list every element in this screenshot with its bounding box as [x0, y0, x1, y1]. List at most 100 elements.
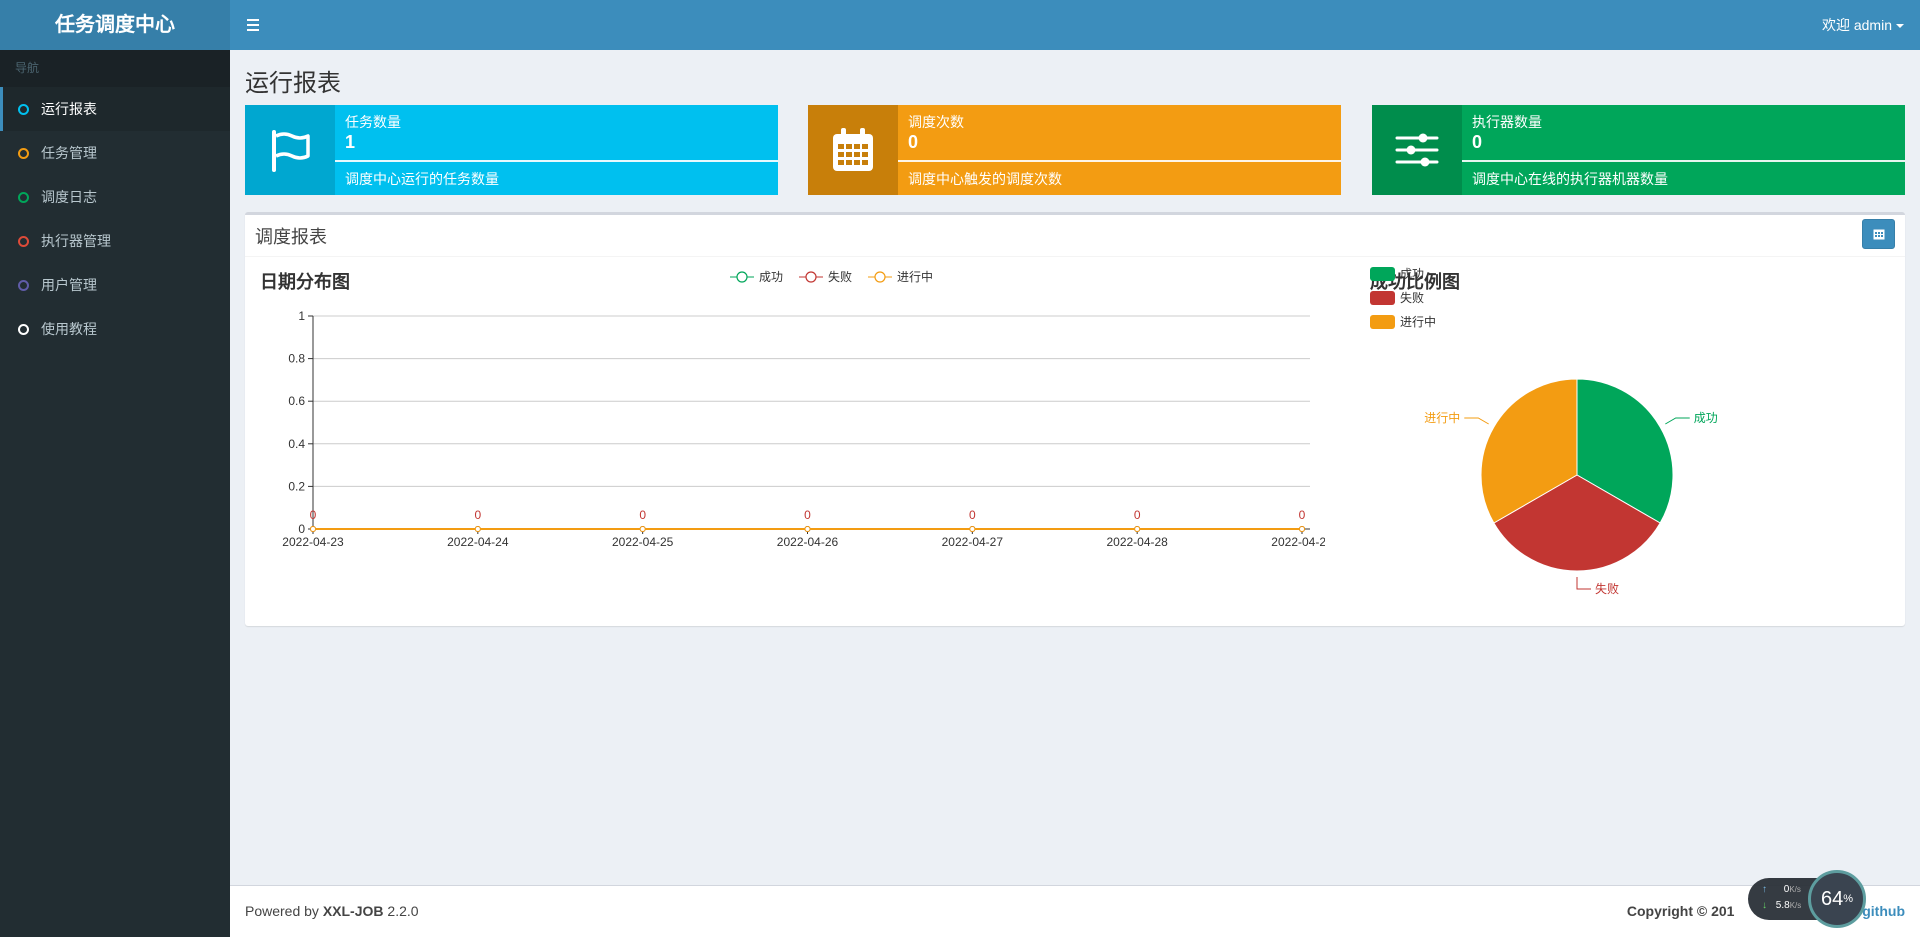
pie-label: 失败	[1595, 581, 1619, 596]
stat-divider	[898, 160, 1341, 162]
legend-marker	[874, 271, 886, 283]
data-label: 0	[804, 508, 811, 522]
sidebar-item-help[interactable]: 使用教程	[0, 307, 230, 351]
data-point	[474, 526, 481, 532]
sidebar-item-users[interactable]: 用户管理	[0, 263, 230, 307]
pie-leader-line	[1464, 417, 1489, 425]
legend-marker	[805, 271, 817, 283]
legend-marker	[736, 271, 748, 283]
y-tick-label: 0.2	[288, 479, 305, 493]
stat-icon-area	[1372, 105, 1462, 195]
footer-version: 2.2.0	[383, 903, 419, 919]
date-range-button[interactable]	[1862, 219, 1895, 249]
circle-icon	[18, 148, 29, 159]
report-box-header: 调度报表	[245, 215, 1905, 257]
pie-label: 成功	[1694, 411, 1718, 425]
sidebar-item-label: 用户管理	[41, 277, 97, 293]
data-point	[804, 526, 811, 532]
stat-icon-area	[808, 105, 898, 195]
arrow-down-icon: ↓	[1762, 900, 1767, 911]
stat-value: 0	[908, 132, 919, 152]
line-chart: 成功 失败 进行中 0 0.2 0.4 0.6 0.8 1 2022-04-23 2022-04-2…	[282, 269, 1325, 549]
data-point	[639, 526, 646, 532]
network-speed-widget[interactable]: ↑ 0K/s ↓ 5.8K/s 64%	[1748, 870, 1868, 930]
stat-card-executors: 执行器数量 0 调度中心在线的执行器机器数量	[1372, 105, 1905, 195]
arrow-up-icon: ↑	[1762, 884, 1767, 895]
sidebar-item-executors[interactable]: 执行器管理	[0, 219, 230, 263]
legend-swatch	[1370, 267, 1395, 281]
x-tick-label: 2022-04-28	[1106, 535, 1168, 549]
x-tick-label: 2022-04-29	[1271, 535, 1325, 549]
sidebar: 导航 运行报表 任务管理 调度日志 执行器管理 用户管理 使用教程	[0, 50, 230, 937]
circle-icon	[18, 280, 29, 291]
stat-description: 调度中心运行的任务数量	[345, 171, 499, 187]
circle-icon	[18, 324, 29, 335]
legend-label: 成功	[1400, 267, 1424, 281]
footer: Powered by XXL-JOB 2.2.0 Copyright © 201…	[230, 885, 1920, 937]
sidebar-item-report[interactable]: 运行报表	[0, 87, 230, 131]
stat-divider	[1462, 160, 1905, 162]
x-tick-label: 2022-04-26	[777, 535, 839, 549]
legend-label: 进行中	[1400, 314, 1436, 329]
page-title: 运行报表	[245, 70, 341, 97]
calendar-icon	[833, 128, 873, 171]
data-label: 0	[1299, 508, 1306, 522]
stat-label: 任务数量	[345, 114, 401, 130]
legend-swatch	[1370, 291, 1395, 305]
main-content: 运行报表 任务数量 1 调度中心运行的任务数量 调度次数 0 调度中心触发的调度…	[230, 50, 1920, 885]
y-tick-label: 0.4	[288, 437, 305, 451]
legend-label: 成功	[759, 270, 783, 284]
y-tick-label: 1	[298, 309, 305, 323]
sidebar-item-label: 使用教程	[41, 321, 97, 337]
sliders-icon	[1395, 133, 1439, 167]
flag-icon	[272, 130, 310, 172]
legend-label: 进行中	[897, 269, 933, 284]
footer-powered: Powered by XXL-JOB 2.2.0	[245, 903, 419, 919]
pie-label: 进行中	[1424, 410, 1460, 425]
sidebar-item-label: 任务管理	[41, 145, 97, 161]
data-label: 0	[1134, 508, 1141, 522]
download-speed: ↓ 5.8K/s	[1762, 900, 1802, 911]
stat-description: 调度中心在线的执行器机器数量	[1472, 171, 1668, 187]
stat-value: 1	[345, 132, 356, 152]
report-box: 调度报表 日期分布图 成功 失败 进行中 0 0.2 0.4 0.6 0.8 1 2022-04-…	[245, 212, 1905, 626]
stat-card-triggers: 调度次数 0 调度中心触发的调度次数	[808, 105, 1341, 195]
sidebar-item-logs[interactable]: 调度日志	[0, 175, 230, 219]
data-point	[310, 526, 316, 532]
x-tick-label: 2022-04-25	[612, 535, 674, 549]
circle-icon	[18, 236, 29, 247]
stat-value: 0	[1472, 132, 1483, 152]
pie-chart: 成功失败进行中成功失败进行中	[1370, 267, 1718, 596]
sidebar-item-label: 运行报表	[41, 101, 97, 117]
calendar-icon	[1873, 229, 1884, 240]
legend-swatch	[1370, 315, 1395, 329]
data-point	[969, 526, 976, 532]
y-tick-label: 0.6	[288, 394, 305, 408]
data-label: 0	[969, 508, 976, 522]
app-logo[interactable]: 任务调度中心	[0, 0, 230, 50]
data-label: 0	[474, 508, 481, 522]
data-point	[1299, 526, 1305, 532]
circle-icon	[18, 192, 29, 203]
github-link[interactable]: github	[1862, 903, 1905, 919]
y-tick-label: 0.8	[288, 352, 305, 366]
user-menu[interactable]: 欢迎 admin	[1822, 0, 1904, 50]
x-tick-label: 2022-04-27	[942, 535, 1004, 549]
stat-icon-area	[245, 105, 335, 195]
sidebar-item-jobs[interactable]: 任务管理	[0, 131, 230, 175]
pie-leader-line	[1665, 417, 1690, 425]
upload-speed: ↑ 0K/s	[1762, 884, 1801, 895]
cpu-gauge: 64%	[1808, 870, 1866, 928]
sidebar-toggle-icon[interactable]	[244, 14, 266, 36]
circle-icon	[18, 104, 29, 115]
x-tick-label: 2022-04-23	[282, 535, 344, 549]
footer-product[interactable]: XXL-JOB	[323, 903, 384, 919]
sidebar-header: 导航	[0, 50, 230, 87]
data-point	[1134, 526, 1141, 532]
legend-label: 失败	[1400, 290, 1424, 305]
pie-leader-line	[1576, 577, 1591, 590]
stat-description: 调度中心触发的调度次数	[908, 171, 1062, 187]
x-tick-label: 2022-04-24	[447, 535, 509, 549]
stat-card-jobs: 任务数量 1 调度中心运行的任务数量	[245, 105, 778, 195]
y-tick-label: 0	[298, 522, 305, 536]
